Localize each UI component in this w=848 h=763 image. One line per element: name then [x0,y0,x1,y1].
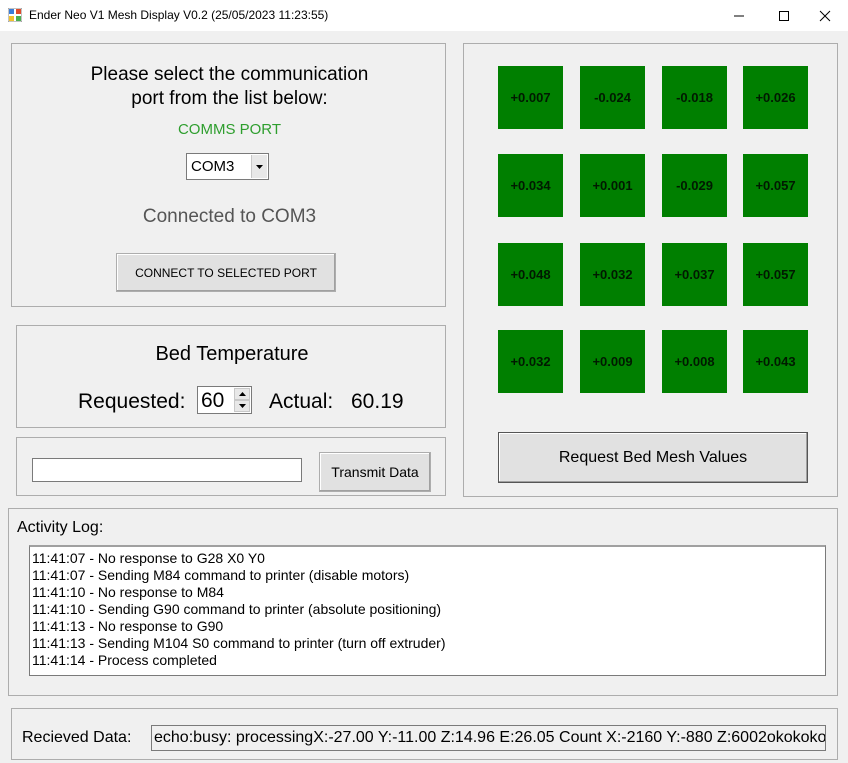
window-title: Ender Neo V1 Mesh Display V0.2 (25/05/20… [29,8,329,22]
port-select[interactable]: COM3 [186,153,269,180]
log-entry[interactable]: 11:41:07 - Sending M84 command to printe… [32,567,825,584]
port-select-value: COM3 [191,158,235,175]
mesh-cell: +0.026 [743,66,808,129]
chevron-up-icon [238,392,246,396]
log-entry[interactable]: 11:41:10 - No response to M84 [32,584,825,601]
mesh-cell: +0.057 [743,154,808,217]
requested-label: Requested: [78,390,186,413]
actual-label: Actual: [269,390,334,413]
mesh-cell: +0.037 [662,243,727,306]
received-data-panel: Recieved Data: echo:busy: processingX:-2… [11,708,838,760]
actual-temp-value: 60.19 [351,390,404,413]
activity-log-title: Activity Log: [17,519,104,536]
comms-port-label: COMMS PORT [177,121,282,138]
stepper-up-button[interactable] [234,388,250,400]
mesh-cell: +0.034 [498,154,563,217]
transmit-input[interactable] [32,458,302,482]
mesh-cell: +0.057 [743,243,808,306]
app-icon [8,8,22,22]
chevron-down-icon [256,164,263,169]
transmit-panel: Transmit Data [16,437,446,496]
requested-temp-stepper[interactable]: 60 [197,386,252,414]
log-entry[interactable]: 11:41:13 - Sending M104 S0 command to pr… [32,635,825,652]
dropdown-button[interactable] [251,155,267,178]
mesh-cell: +0.007 [498,66,563,129]
activity-log-list[interactable]: 11:41:07 - No response to G28 X0 Y0 11:4… [29,545,826,676]
title-bar: Ender Neo V1 Mesh Display V0.2 (25/05/20… [0,0,848,31]
chevron-down-icon [238,404,246,408]
maximize-button[interactable] [761,0,807,31]
mesh-cell: -0.018 [662,66,727,129]
mesh-cell: +0.001 [580,154,645,217]
stepper-buttons [234,388,250,412]
bed-temperature-panel: Bed Temperature Requested: 60 Actual: 60… [16,325,446,428]
mesh-cell: -0.024 [580,66,645,129]
minimize-button[interactable] [716,0,762,31]
port-prompt-line2: port from the list below: [131,88,328,109]
close-icon [819,10,831,21]
request-mesh-button[interactable]: Request Bed Mesh Values [498,432,808,483]
port-prompt-line1: Please select the communication [90,64,369,85]
mesh-cell: +0.043 [743,330,808,393]
comm-port-panel: Please select the communication port fro… [11,43,446,307]
mesh-cell: +0.032 [498,330,563,393]
received-data-label: Recieved Data: [22,729,132,746]
close-button[interactable] [802,0,848,31]
requested-temp-value: 60 [201,389,225,412]
activity-log-panel: Activity Log: 11:41:07 - No response to … [8,508,838,696]
maximize-icon [779,10,789,21]
received-data-value: echo:busy: processingX:-27.00 Y:-11.00 Z… [154,729,826,746]
log-entry[interactable]: 11:41:07 - No response to G28 X0 Y0 [32,550,825,567]
mesh-cell: +0.009 [580,330,645,393]
log-entry[interactable]: 11:41:10 - Sending G90 command to printe… [32,601,825,618]
mesh-cell: +0.048 [498,243,563,306]
log-entry[interactable]: 11:41:13 - No response to G90 [32,618,825,635]
connect-button[interactable]: CONNECT TO SELECTED PORT [116,253,336,292]
bed-mesh-panel: +0.007 -0.024 -0.018 +0.026 +0.034 +0.00… [463,43,838,497]
minimize-icon [734,15,744,16]
mesh-cell: +0.032 [580,243,645,306]
stepper-down-button[interactable] [234,400,250,412]
log-entry[interactable]: 11:41:14 - Process completed [32,652,825,669]
bed-temperature-title: Bed Temperature [155,343,309,365]
connection-status: Connected to COM3 [142,206,317,227]
port-prompt: Please select the communication port fro… [12,63,447,111]
mesh-cell: +0.008 [662,330,727,393]
mesh-cell: -0.029 [662,154,727,217]
transmit-data-button[interactable]: Transmit Data [319,452,431,492]
received-data-field[interactable]: echo:busy: processingX:-27.00 Y:-11.00 Z… [151,725,826,751]
